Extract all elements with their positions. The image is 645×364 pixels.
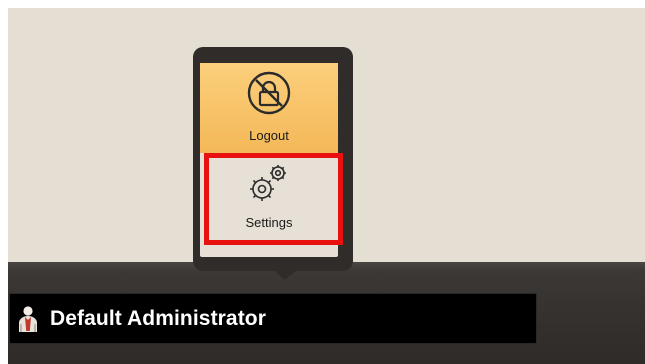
user-person-icon: [16, 304, 40, 334]
popup-menu-panel: Logout Settings: [200, 63, 338, 257]
user-name: Default Administrator: [50, 306, 267, 330]
user-popup-menu: Logout Settings: [193, 47, 353, 271]
logout-label: Logout: [249, 128, 289, 143]
popup-pointer: [272, 269, 298, 280]
settings-label: Settings: [245, 215, 293, 230]
logout-button[interactable]: Logout: [200, 63, 338, 153]
user-account-button[interactable]: Default Administrator: [9, 293, 537, 344]
gears-icon: [250, 165, 286, 201]
screen: Logout Settings Default Administrator: [0, 0, 645, 364]
settings-button[interactable]: Settings: [200, 155, 338, 249]
logout-lock-icon: [247, 71, 291, 115]
